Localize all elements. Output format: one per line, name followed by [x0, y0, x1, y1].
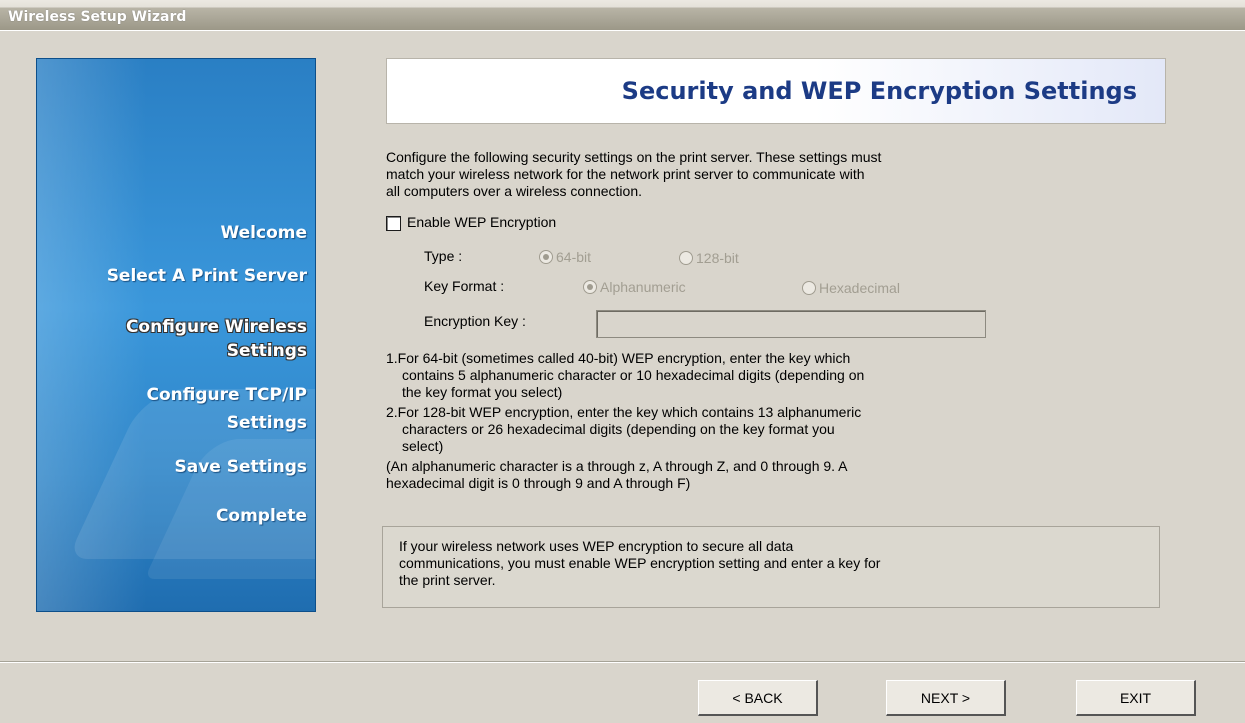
key-format-label: Key Format : — [424, 278, 505, 294]
info-line: If your wireless network uses WEP encryp… — [399, 538, 794, 554]
note-line: the key format you select) — [402, 384, 563, 400]
step-configure-wireless-line2: Settings — [226, 341, 307, 361]
page-header: Security and WEP Encryption Settings — [386, 58, 1166, 124]
intro-text: Configure the following security setting… — [386, 149, 1186, 200]
step-complete: Complete — [215, 506, 307, 526]
encryption-key-label: Encryption Key : — [424, 313, 526, 329]
exit-button[interactable]: EXIT — [1076, 680, 1196, 716]
format-alphanumeric-label[interactable]: Alphanumeric — [600, 279, 686, 295]
type-64bit-label[interactable]: 64-bit — [556, 249, 591, 265]
intro-line: Configure the following security setting… — [386, 149, 882, 165]
step-welcome: Welcome — [220, 223, 307, 243]
note-line: 1.For 64-bit (sometimes called 40-bit) W… — [386, 350, 851, 366]
intro-line: all computers over a wireless connection… — [386, 183, 643, 199]
info-text: If your wireless network uses WEP encryp… — [399, 538, 1139, 589]
step-configure-tcpip: Configure TCP/IP Settings — [147, 381, 308, 437]
step-configure-wireless-line1: Configure Wireless — [125, 317, 307, 337]
note-line: contains 5 alphanumeric character or 10 … — [402, 367, 865, 383]
back-button[interactable]: < BACK — [698, 680, 818, 716]
type-64bit-radio[interactable] — [539, 250, 553, 264]
step-configure-tcpip-line2: Settings — [226, 413, 307, 433]
format-hexadecimal-label[interactable]: Hexadecimal — [819, 280, 900, 296]
footer-separator — [0, 661, 1245, 663]
note-line: (An alphanumeric character is a through … — [386, 458, 848, 474]
step-configure-tcpip-line1: Configure TCP/IP — [146, 385, 308, 405]
window-title: Wireless Setup Wizard — [8, 9, 187, 25]
info-line: communications, you must enable WEP encr… — [399, 555, 881, 571]
info-box: If your wireless network uses WEP encryp… — [382, 526, 1160, 608]
next-button[interactable]: NEXT > — [886, 680, 1006, 716]
type-128bit-label[interactable]: 128-bit — [696, 250, 739, 266]
notes-text: 1.For 64-bit (sometimes called 40-bit) W… — [386, 350, 1176, 492]
encryption-key-input[interactable] — [596, 310, 986, 338]
step-save-settings: Save Settings — [174, 457, 308, 477]
step-select-print-server: Select A Print Server — [106, 266, 307, 286]
type-128bit-radio[interactable] — [679, 251, 693, 265]
info-line: the print server. — [399, 572, 496, 588]
intro-line: match your wireless network for the netw… — [386, 166, 865, 182]
enable-wep-label[interactable]: Enable WEP Encryption — [407, 214, 556, 231]
step-configure-wireless: Configure Wireless Settings — [126, 315, 307, 363]
format-hexadecimal-radio[interactable] — [802, 281, 816, 295]
enable-wep-checkbox[interactable] — [386, 216, 401, 231]
type-label: Type : — [424, 248, 463, 264]
page-title: Security and WEP Encryption Settings — [621, 77, 1137, 105]
wizard-steps-sidebar: Welcome Select A Print Server Configure … — [36, 58, 316, 612]
note-line: select) — [402, 438, 444, 454]
note-line: 2.For 128-bit WEP encryption, enter the … — [386, 404, 862, 420]
note-line: characters or 26 hexadecimal digits (dep… — [402, 421, 835, 437]
note-line: hexadecimal digit is 0 through 9 and A t… — [386, 475, 691, 491]
title-bar: Wireless Setup Wizard — [0, 0, 1245, 30]
format-alphanumeric-radio[interactable] — [583, 280, 597, 294]
